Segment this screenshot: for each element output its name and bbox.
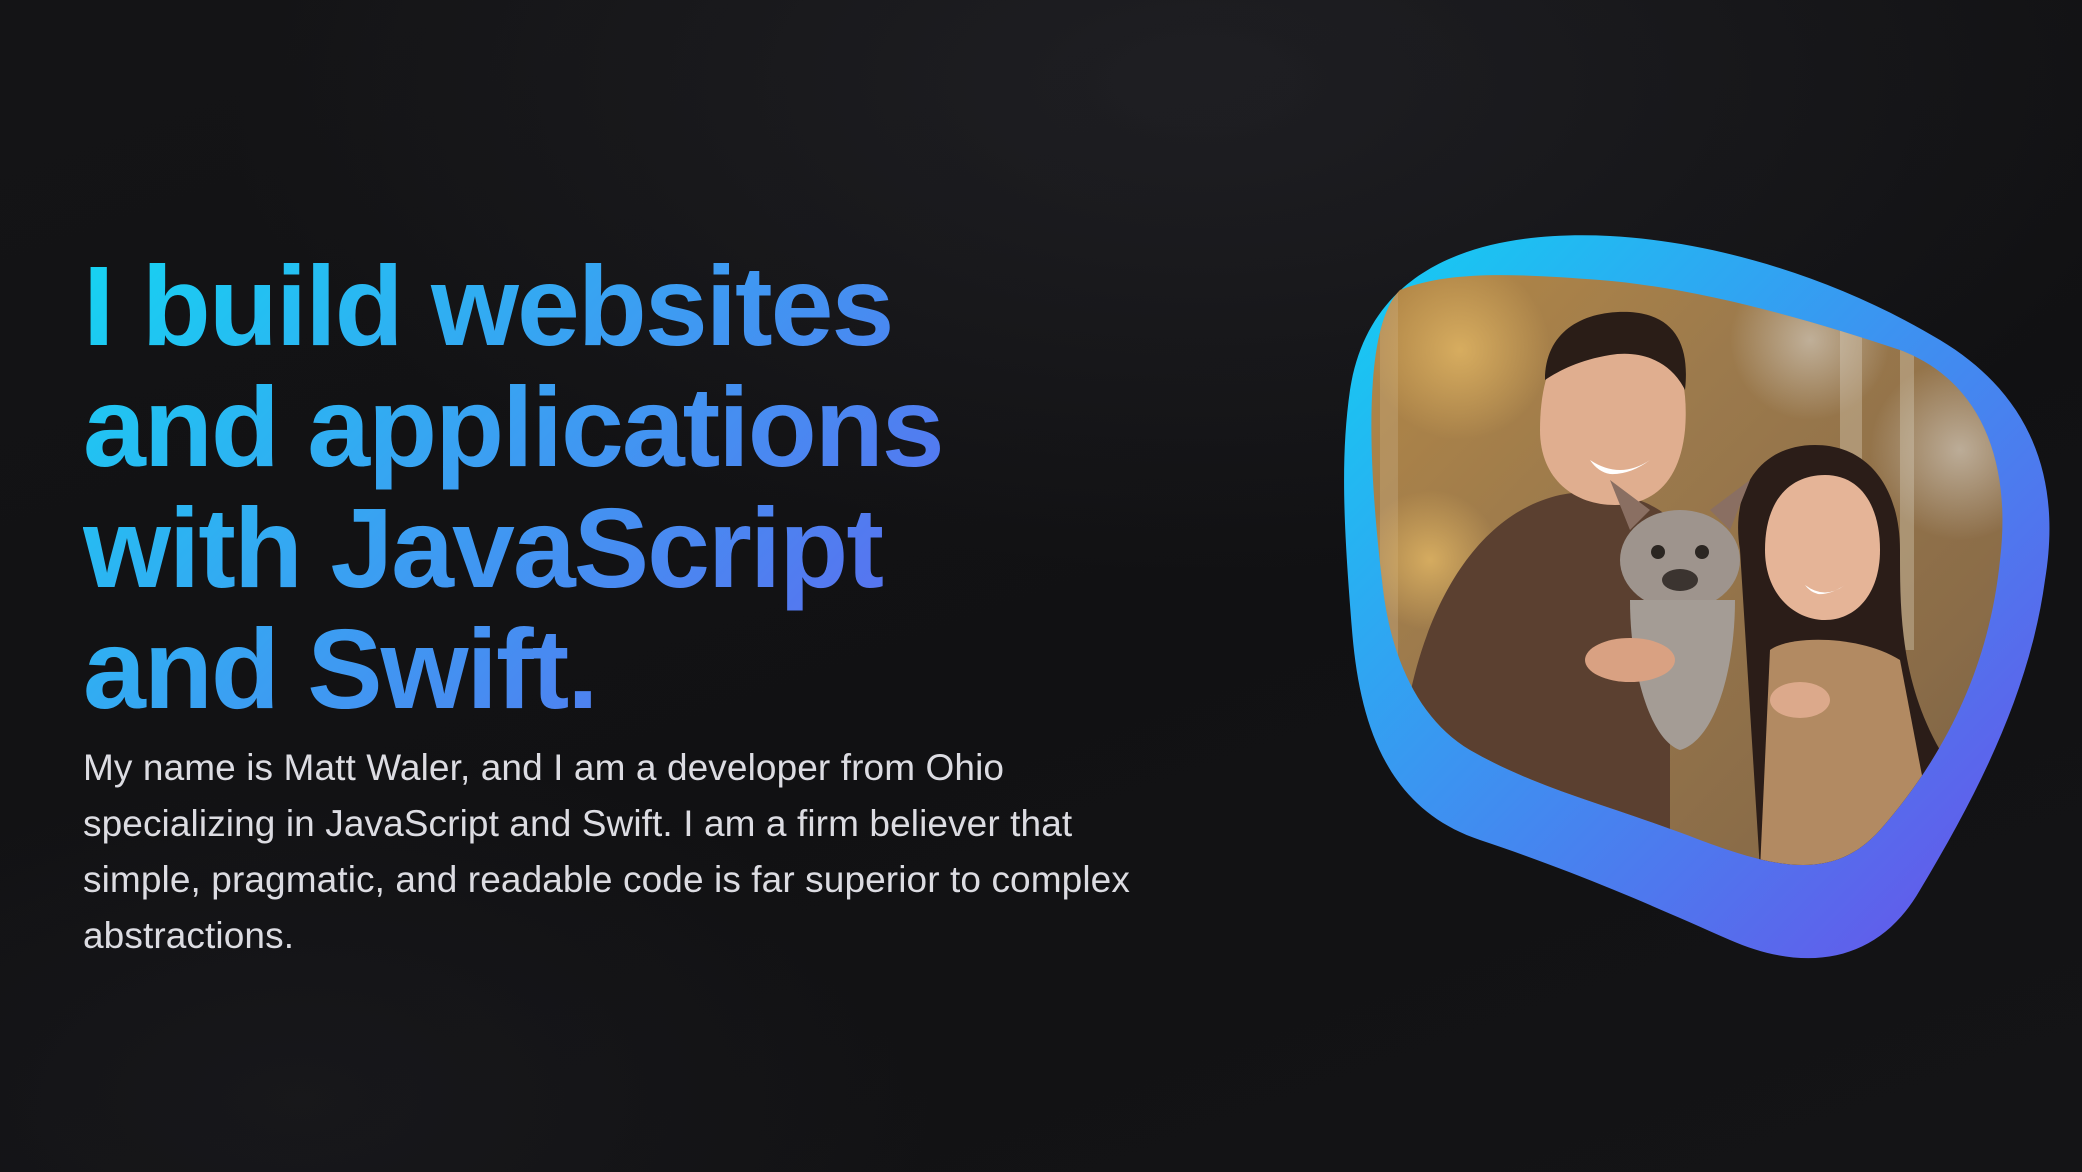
headline-line: and Swift.	[83, 606, 597, 732]
headline-line: and applications	[83, 364, 943, 490]
headline-line: I build websites	[83, 243, 893, 369]
profile-photo-blob	[1344, 235, 2050, 959]
hero-headline: I build websites and applications with J…	[83, 246, 1163, 730]
hero-intro-text: My name is Matt Waler, and I am a develo…	[83, 747, 1130, 956]
hero-section: I build websites and applications with J…	[83, 246, 1163, 964]
profile-photo-frame	[1340, 230, 2060, 975]
headline-line: with JavaScript	[83, 485, 882, 611]
